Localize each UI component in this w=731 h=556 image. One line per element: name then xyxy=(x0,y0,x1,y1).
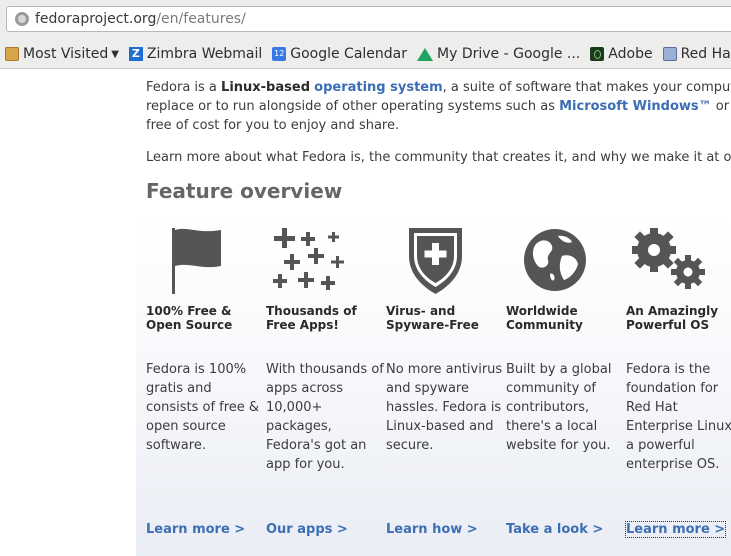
zimbra-icon: Z xyxy=(128,47,143,61)
globe-icon xyxy=(524,229,586,291)
page-content: Fedora is a Linux-based operating system… xyxy=(0,70,731,556)
bookmark-google-calendar[interactable]: 12 Google Calendar xyxy=(272,46,407,62)
take-a-look-link[interactable]: Take a look > xyxy=(506,522,603,537)
feature-description: With thousands of apps across 10,000+ pa… xyxy=(266,362,384,472)
feature-powerful-os: An Amazingly Powerful OS Fedora is the f… xyxy=(624,226,731,538)
adobe-icon xyxy=(590,47,605,61)
feature-title: Thousands of Free Apps! xyxy=(266,304,357,332)
shield-icon xyxy=(409,228,462,294)
drive-icon xyxy=(417,47,434,61)
feature-overview-heading: Feature overview xyxy=(146,179,343,203)
learn-how-link[interactable]: Learn how > xyxy=(386,522,478,537)
plus-cluster-icon xyxy=(273,228,344,290)
microsoft-windows-link[interactable]: Microsoft Windows™ xyxy=(559,99,712,114)
feature-free-apps: Thousands of Free Apps! With thousands o… xyxy=(266,226,386,537)
learn-more-powerful-os-link[interactable]: Learn more > xyxy=(624,521,727,538)
intro-line-4: Learn more about what Fedora is, the com… xyxy=(146,150,731,165)
site-identity-icon[interactable] xyxy=(15,12,29,26)
our-apps-link[interactable]: Our apps > xyxy=(266,522,348,537)
calendar-icon: 12 xyxy=(272,47,287,61)
intro-line-2: replace or to run alongside of other ope… xyxy=(146,99,730,114)
bookmark-adobe[interactable]: Adobe xyxy=(590,46,653,62)
feature-description: Built by a global community of contribut… xyxy=(506,362,612,453)
bookmarks-toolbar: Most Visited ▼ Z Zimbra Webmail 12 Googl… xyxy=(0,40,731,69)
url-bar[interactable]: fedoraproject.org/en/features/ xyxy=(6,6,731,32)
folder-icon xyxy=(5,47,19,61)
learn-more-free-link[interactable]: Learn more > xyxy=(146,522,245,537)
intro-line-1: Fedora is a Linux-based operating system… xyxy=(146,80,731,95)
folder-icon xyxy=(662,47,677,61)
feature-description: Fedora is 100% gratis and consists of fr… xyxy=(146,362,260,453)
bookmark-red-hat[interactable]: Red Hat xyxy=(662,46,731,62)
bookmark-most-visited[interactable]: Most Visited ▼ xyxy=(5,46,119,62)
feature-worldwide-community: Worldwide Community Built by a global co… xyxy=(506,226,626,537)
feature-title: An Amazingly Powerful OS xyxy=(626,304,719,332)
intro-line-3: free of cost for you to enjoy and share. xyxy=(146,118,400,133)
operating-system-link[interactable]: operating system xyxy=(314,80,443,95)
url-text[interactable]: fedoraproject.org/en/features/ xyxy=(35,11,246,27)
bookmark-my-drive[interactable]: My Drive - Google ... xyxy=(417,46,580,62)
bookmark-zimbra-webmail[interactable]: Z Zimbra Webmail xyxy=(128,46,262,62)
feature-title: Virus- and Spyware-Free xyxy=(386,304,479,332)
gears-icon xyxy=(632,228,705,289)
feature-description: Fedora is the foundation for Red Hat Ent… xyxy=(626,362,731,472)
feature-free-open-source: 100% Free & Open Source Fedora is 100% g… xyxy=(146,226,266,537)
chevron-down-icon: ▼ xyxy=(111,48,119,60)
feature-title: Worldwide Community xyxy=(506,304,583,332)
feature-virus-free: Virus- and Spyware-Free No more antiviru… xyxy=(386,226,506,537)
navigation-toolbar: fedoraproject.org/en/features/ xyxy=(0,0,731,40)
feature-description: No more antivirus and spyware hassles. F… xyxy=(386,362,503,453)
flag-icon xyxy=(172,228,221,294)
feature-title: 100% Free & Open Source xyxy=(146,304,233,332)
